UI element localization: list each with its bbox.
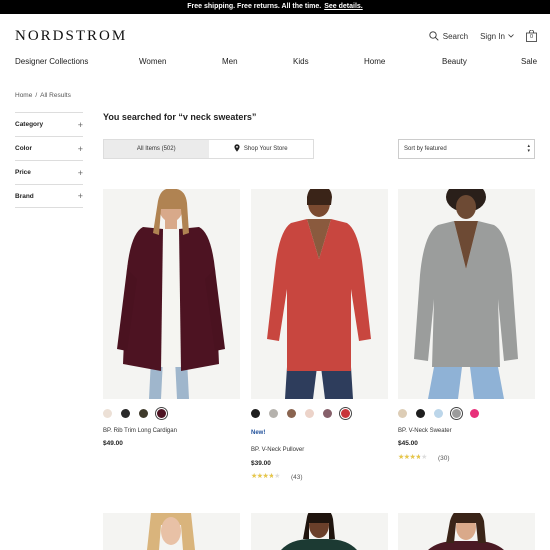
color-swatch[interactable] — [470, 408, 479, 418]
all-items-tab[interactable]: All Items (502) — [104, 140, 209, 158]
logo[interactable]: NORDSTROM — [15, 28, 127, 45]
product-price: $39.00 — [251, 460, 271, 467]
store-toggle: All Items (502) Shop Your Store — [103, 139, 314, 159]
nav-men[interactable]: Men — [222, 57, 238, 66]
review-count[interactable]: (30) — [438, 455, 450, 462]
see-details-link[interactable]: See details. — [324, 3, 363, 10]
filter-label: Price — [15, 169, 31, 176]
shop-store-label: Shop Your Store — [243, 146, 288, 152]
breadcrumb: Home / All Results — [15, 92, 71, 99]
filter-label: Color — [15, 145, 32, 152]
color-swatches — [251, 407, 359, 419]
header-actions: Search Sign In 0 — [417, 30, 537, 42]
color-swatch[interactable] — [269, 408, 278, 418]
sort-value: Sort by featured — [404, 146, 447, 152]
product-image[interactable] — [398, 513, 535, 550]
review-count[interactable]: (43) — [291, 474, 303, 481]
filter-sidebar: Category + Color + Price + Brand + — [15, 112, 83, 208]
bag-button[interactable]: 0 — [526, 30, 537, 42]
search-button[interactable]: Search — [429, 31, 468, 41]
product-image[interactable] — [398, 189, 535, 399]
product-name[interactable]: BP. V-Neck Sweater — [398, 428, 452, 434]
breadcrumb-all-results: All Results — [40, 92, 71, 99]
color-swatch[interactable] — [157, 408, 166, 418]
sign-in-label: Sign In — [480, 31, 505, 41]
filter-label: Brand — [15, 192, 34, 200]
product-price: $45.00 — [398, 440, 418, 447]
location-pin-icon — [234, 144, 244, 154]
breadcrumb-home[interactable]: Home — [15, 92, 32, 99]
filter-brand[interactable]: Brand + — [15, 184, 83, 208]
color-swatch[interactable] — [139, 408, 148, 418]
filter-category[interactable]: Category + — [15, 112, 83, 136]
search-label: Search — [442, 31, 469, 41]
chevron-down-icon — [508, 34, 514, 38]
new-badge: New! — [251, 430, 266, 436]
product-name[interactable]: BP. V-Neck Pullover — [251, 447, 304, 453]
product-image[interactable] — [251, 513, 388, 550]
nav-designer-collections[interactable]: Designer Collections — [15, 57, 88, 66]
nav-home[interactable]: Home — [364, 57, 385, 66]
filter-label: Category — [15, 121, 44, 128]
sort-arrows-icon: ▴ ▾ — [527, 143, 530, 154]
promo-banner: Free shipping. Free returns. All the tim… — [0, 0, 550, 14]
product-image[interactable] — [103, 513, 240, 550]
plus-icon: + — [77, 119, 83, 130]
color-swatch[interactable] — [323, 408, 332, 418]
sign-in-button[interactable]: Sign In — [480, 32, 514, 41]
nav-beauty[interactable]: Beauty — [442, 57, 467, 66]
product-image[interactable] — [251, 189, 388, 399]
product-price: $49.00 — [103, 440, 123, 447]
results-heading: You searched for “v neck sweaters” — [103, 112, 257, 122]
plus-icon: + — [77, 143, 83, 154]
color-swatch[interactable] — [341, 408, 350, 418]
star-rating: ★★★★★★★★★★ — [398, 454, 427, 461]
shop-store-tab[interactable]: Shop Your Store — [209, 140, 314, 158]
search-icon — [429, 31, 439, 41]
product-image[interactable] — [103, 189, 240, 399]
product-name[interactable]: BP. Rib Trim Long Cardigan — [103, 428, 177, 434]
sort-select[interactable]: Sort by featured ▴ ▾ — [398, 139, 535, 159]
plus-icon: + — [77, 167, 83, 178]
product-rating: ★★★★★★★★★★ (43) — [251, 473, 303, 481]
promo-text: Free shipping. Free returns. All the tim… — [187, 3, 322, 10]
color-swatch[interactable] — [398, 408, 407, 418]
main-nav: Designer Collections Women Men Kids Home… — [15, 57, 537, 69]
nav-kids[interactable]: Kids — [293, 57, 309, 66]
filter-price[interactable]: Price + — [15, 160, 83, 184]
color-swatch[interactable] — [305, 408, 314, 418]
color-swatch[interactable] — [434, 408, 443, 418]
nav-sale[interactable]: Sale — [521, 57, 537, 66]
star-rating: ★★★★★★★★★★ — [251, 473, 280, 480]
product-rating: ★★★★★★★★★★ (30) — [398, 454, 450, 462]
color-swatch[interactable] — [251, 408, 260, 418]
color-swatch[interactable] — [287, 408, 296, 418]
nav-women[interactable]: Women — [139, 57, 166, 66]
color-swatch[interactable] — [103, 408, 112, 418]
breadcrumb-separator: / — [35, 92, 38, 99]
plus-icon: + — [77, 191, 83, 201]
color-swatch[interactable] — [452, 408, 461, 418]
filter-color[interactable]: Color + — [15, 136, 83, 160]
color-swatch[interactable] — [416, 408, 425, 418]
color-swatches — [103, 407, 175, 419]
color-swatches — [398, 407, 488, 419]
all-items-label: All Items (502) — [136, 146, 176, 152]
color-swatch[interactable] — [121, 408, 130, 418]
bag-count: 0 — [529, 34, 534, 40]
